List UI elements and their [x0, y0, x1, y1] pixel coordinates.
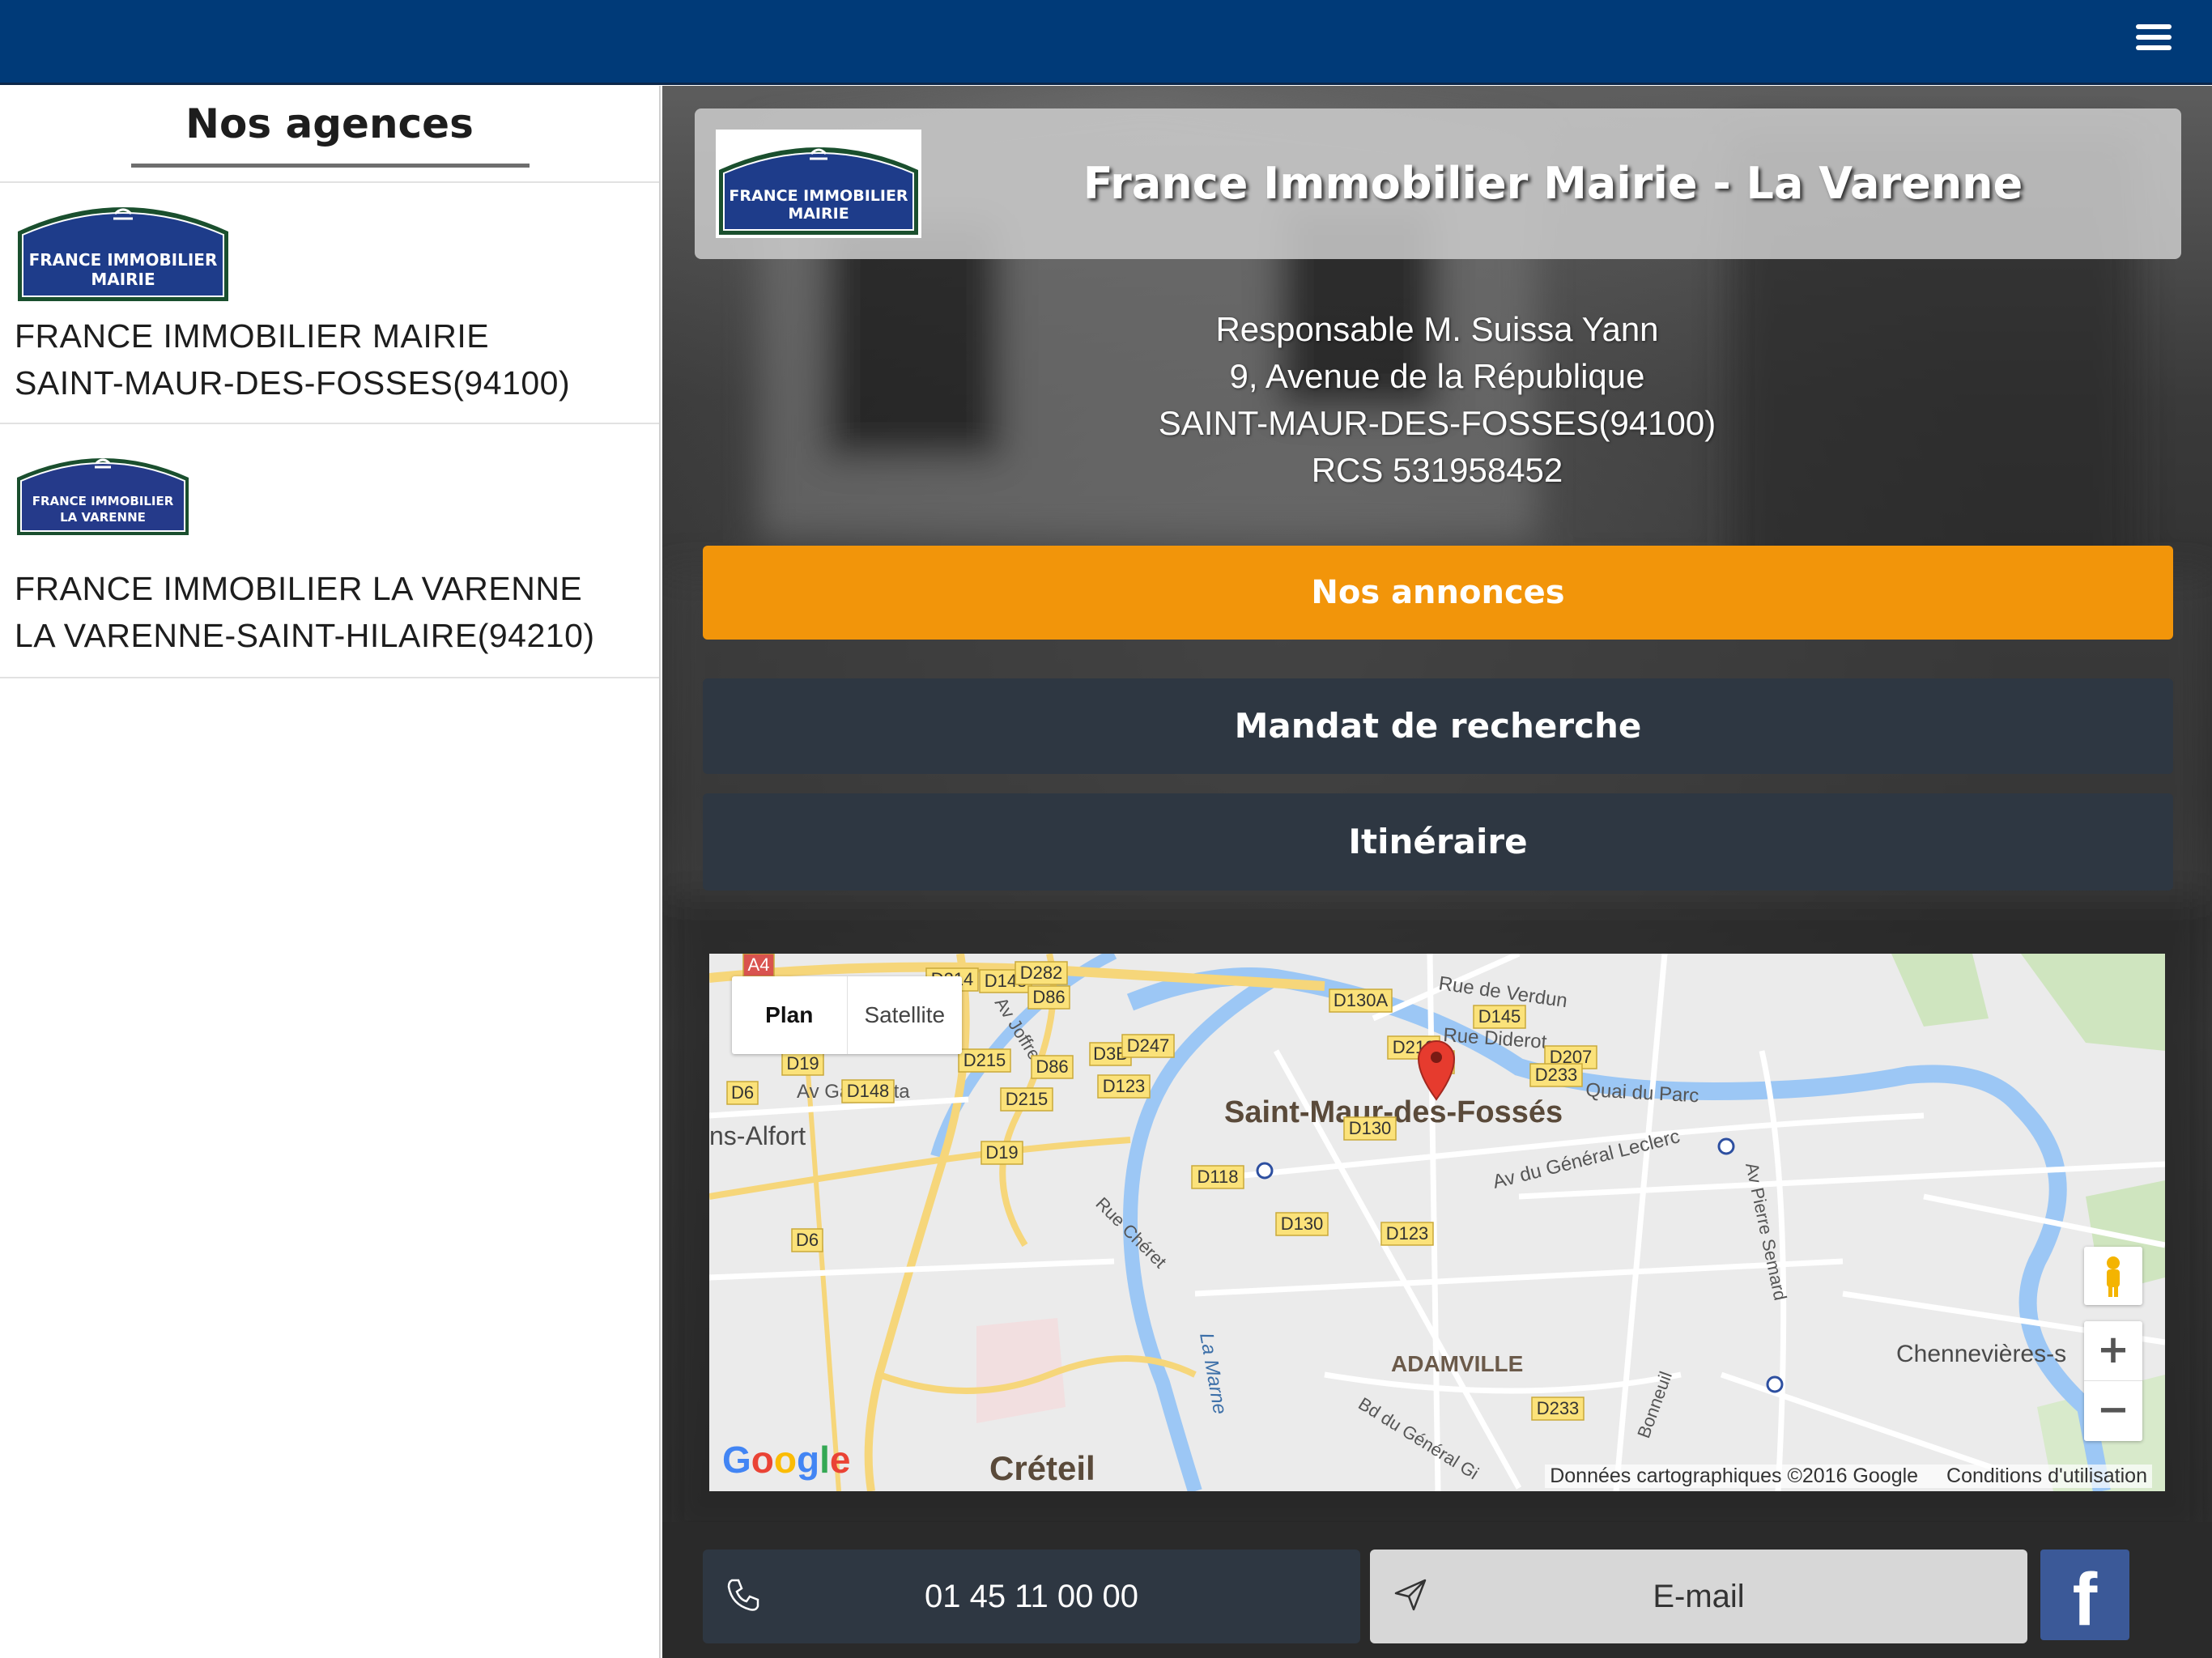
agency-name: FRANCE IMMOBILIER LA VARENNE — [15, 570, 583, 607]
map-type-toggle[interactable]: Plan Satellite — [732, 976, 962, 1054]
svg-text:FRANCE IMMOBILIER: FRANCE IMMOBILIER — [32, 494, 174, 508]
agency-list-item-la-varenne[interactable]: FRANCE IMMOBILIER LA VARENNE FRANCE IMMO… — [0, 424, 659, 678]
road-shield: D19 — [781, 1052, 824, 1076]
contact-bar: 01 45 11 00 00 E-mail f — [662, 1522, 2212, 1658]
map-data-credit: Données cartographiques ©2016 Google — [1550, 1465, 1919, 1487]
svg-text:D6: D6 — [796, 1230, 819, 1250]
svg-text:D130: D130 — [1349, 1118, 1392, 1138]
agency-manager: Responsable M. Suissa Yann — [1215, 310, 1659, 348]
map-terms-link[interactable]: Conditions d'utilisation — [1946, 1465, 2147, 1487]
svg-text:D6: D6 — [731, 1082, 754, 1103]
zoom-controls[interactable]: + − — [2084, 1321, 2142, 1441]
facebook-icon: f — [2072, 1558, 2098, 1641]
agencies-sidebar: Nos agences FRANCE IMMOBILIER MAIRIE FRA… — [0, 86, 661, 1658]
svg-text:FRANCE IMMOBILIER: FRANCE IMMOBILIER — [29, 250, 218, 270]
svg-text:D233: D233 — [1537, 1398, 1580, 1418]
road-shield: D6 — [791, 1228, 823, 1252]
map-type-satellite-tab[interactable]: Satellite — [848, 976, 963, 1054]
itineraire-button[interactable]: Itinéraire — [703, 793, 2173, 891]
svg-text:D123: D123 — [1103, 1076, 1146, 1096]
svg-text:D215: D215 — [963, 1050, 1006, 1070]
svg-text:D148: D148 — [847, 1081, 890, 1101]
agency-city: SAINT-MAUR-DES-FOSSES(94100) — [15, 364, 571, 402]
road-shield: D247 — [1121, 1034, 1175, 1058]
agency-city: LA VARENNE-SAINT-HILAIRE(94210) — [15, 617, 595, 654]
road-shield: D233 — [1531, 1397, 1585, 1421]
road-shield: D282 — [1015, 961, 1068, 985]
road-shield: D130 — [1275, 1212, 1329, 1236]
google-map[interactable]: Saint-Maur-des-Fossés Créteil ADAMVILLE … — [709, 954, 2165, 1491]
svg-text:D247: D247 — [1127, 1035, 1170, 1056]
street-view-pegman-icon[interactable] — [2084, 1247, 2142, 1305]
svg-text:MAIRIE: MAIRIE — [788, 205, 849, 223]
agency-info-block: Responsable M. Suissa Yann 9, Avenue de … — [662, 306, 2212, 494]
agency-city-postcode: SAINT-MAUR-DES-FOSSES(94100) — [1158, 404, 1716, 442]
map-type-plan-tab[interactable]: Plan — [732, 976, 848, 1054]
road-shield: D233 — [1529, 1063, 1583, 1087]
road-shield: D19 — [981, 1141, 1023, 1165]
facebook-button[interactable]: f — [2040, 1550, 2129, 1641]
road-shield: D86 — [1027, 985, 1070, 1010]
hamburger-menu-icon[interactable] — [2136, 24, 2172, 53]
top-app-bar — [0, 0, 2212, 85]
email-button[interactable]: E-mail — [1370, 1550, 2027, 1643]
svg-text:D233: D233 — [1535, 1065, 1578, 1085]
svg-text:D215: D215 — [1006, 1089, 1049, 1109]
header-agency-logo: FRANCE IMMOBILIER MAIRIE — [716, 130, 921, 238]
svg-text:D19: D19 — [985, 1142, 1018, 1163]
svg-text:D86: D86 — [1036, 1056, 1068, 1077]
road-shield: D123 — [1380, 1222, 1434, 1246]
title-underline — [131, 164, 530, 168]
svg-text:D145: D145 — [1478, 1006, 1521, 1027]
zoom-in-button[interactable]: + — [2084, 1321, 2142, 1381]
svg-text:D130A: D130A — [1334, 990, 1389, 1010]
svg-text:FRANCE IMMOBILIER: FRANCE IMMOBILIER — [729, 187, 908, 205]
svg-text:D118: D118 — [1197, 1167, 1239, 1187]
sidebar-title-text: Nos agences — [185, 100, 474, 147]
road-shield: D215 — [1000, 1087, 1053, 1112]
svg-text:A4: A4 — [748, 954, 770, 975]
svg-text:D86: D86 — [1032, 987, 1065, 1007]
agency-address-text: FRANCE IMMOBILIER MAIRIE SAINT-MAUR-DES-… — [15, 312, 570, 406]
agency-header-card: FRANCE IMMOBILIER MAIRIE France Immobili… — [695, 108, 2181, 259]
svg-text:D123: D123 — [1386, 1223, 1429, 1244]
map-attribution: Données cartographiques ©2016 Google Con… — [1545, 1465, 2152, 1488]
agency-street-address: 9, Avenue de la République — [1229, 357, 1645, 395]
road-shield: D6 — [726, 1081, 759, 1105]
map-label-creteil: Créteil — [989, 1449, 1095, 1487]
svg-text:D282: D282 — [1020, 963, 1063, 983]
agency-logo-la-varenne: FRANCE IMMOBILIER LA VARENNE — [17, 458, 189, 535]
road-shield: A4 — [742, 954, 775, 977]
map-label-alfort: ns-Alfort — [709, 1121, 806, 1150]
road-shield: D123 — [1097, 1074, 1151, 1099]
map-label-adamville: ADAMVILLE — [1391, 1351, 1523, 1376]
road-shield: D148 — [841, 1079, 895, 1103]
agency-name: FRANCE IMMOBILIER MAIRIE — [15, 317, 490, 355]
phone-call-button[interactable]: 01 45 11 00 00 — [703, 1550, 1360, 1643]
agency-rcs-number: RCS 531958452 — [1311, 451, 1563, 489]
zoom-out-button[interactable]: − — [2084, 1381, 2142, 1441]
agency-address-text: FRANCE IMMOBILIER LA VARENNE LA VARENNE-… — [15, 565, 595, 659]
svg-text:LA VARENNE: LA VARENNE — [60, 510, 146, 525]
road-shield: D215 — [958, 1048, 1011, 1073]
road-shield: D86 — [1031, 1055, 1074, 1079]
agency-logo-mairie: FRANCE IMMOBILIER MAIRIE — [18, 207, 228, 301]
mandat-recherche-button[interactable]: Mandat de recherche — [703, 678, 2173, 774]
map-label-chennevieres: Chennevières-s — [1896, 1341, 2066, 1367]
svg-text:MAIRIE: MAIRIE — [91, 270, 155, 289]
nos-annonces-button[interactable]: Nos annonces — [703, 546, 2173, 640]
svg-text:D130: D130 — [1281, 1214, 1324, 1234]
road-shield: D130 — [1343, 1116, 1397, 1141]
road-shield: D130A — [1329, 988, 1393, 1013]
svg-text:D19: D19 — [786, 1053, 819, 1073]
sidebar-title: Nos agences — [0, 86, 659, 181]
email-label: E-mail — [1653, 1579, 1745, 1614]
road-shield: D145 — [1473, 1005, 1526, 1029]
agency-detail-panel: FRANCE IMMOBILIER MAIRIE France Immobili… — [662, 86, 2212, 1658]
agency-title: France Immobilier Mairie - La Varenne — [1083, 158, 2023, 209]
road-shield: D118 — [1191, 1165, 1244, 1189]
agency-list-item-mairie[interactable]: FRANCE IMMOBILIER MAIRIE FRANCE IMMOBILI… — [0, 183, 659, 424]
google-logo: Google — [722, 1439, 851, 1481]
phone-number: 01 45 11 00 00 — [925, 1579, 1138, 1614]
